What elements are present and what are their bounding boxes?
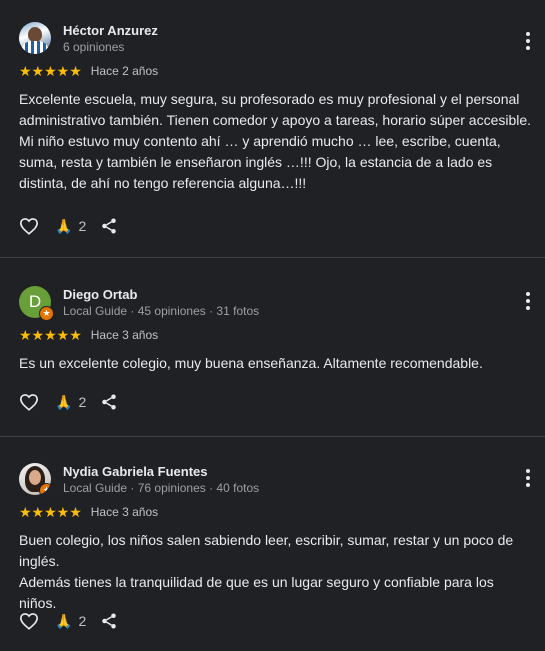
reviewer-info: Héctor Anzurez 6 opiniones	[63, 22, 158, 55]
avatar-photo-face	[28, 27, 42, 42]
review-actions: 🙏 2	[19, 212, 118, 240]
review-header: D ★ Diego Ortab Local Guide · 45 opinion…	[19, 284, 526, 321]
pray-hands-emoji-icon: 🙏	[55, 217, 73, 234]
reviewer-name[interactable]: Nydia Gabriela Fuentes	[63, 463, 259, 480]
star-rating: ★★★★★	[19, 504, 82, 520]
reviewer-meta: 6 opiniones	[63, 39, 125, 54]
like-button[interactable]	[19, 393, 39, 411]
thanks-count: 2	[78, 218, 87, 234]
share-button[interactable]	[100, 217, 118, 235]
avatar[interactable]: D ★	[19, 286, 54, 321]
review-card: D ★ Diego Ortab Local Guide · 45 opinion…	[0, 257, 545, 436]
thanks-button[interactable]: 🙏 2	[55, 394, 86, 411]
avatar-photo-shirt	[22, 41, 48, 54]
pray-hands-emoji-icon: 🙏	[55, 393, 73, 410]
local-guide-badge-icon: ★	[39, 483, 51, 495]
more-options-icon[interactable]	[523, 469, 533, 487]
review-card: Héctor Anzurez 6 opiniones ★★★★★ Hace 2 …	[0, 0, 545, 257]
thanks-button[interactable]: 🙏 2	[55, 218, 86, 235]
like-button[interactable]	[19, 217, 39, 235]
share-icon	[102, 218, 116, 234]
heart-outline-icon	[19, 218, 39, 235]
review-header: Héctor Anzurez 6 opiniones	[19, 20, 526, 56]
share-icon	[102, 613, 116, 629]
pray-hands-emoji-icon: 🙏	[55, 612, 73, 629]
thanks-count: 2	[78, 613, 87, 629]
review-time: Hace 3 años	[90, 328, 159, 342]
rating-row: ★★★★★ Hace 2 años	[19, 63, 526, 79]
more-options-icon[interactable]	[523, 32, 533, 50]
rating-row: ★★★★★ Hace 3 años	[19, 327, 526, 343]
review-time: Hace 2 años	[90, 64, 159, 78]
reviewer-meta: Local Guide · 45 opiniones · 31 fotos	[63, 303, 260, 318]
like-button[interactable]	[19, 612, 39, 630]
more-options-icon[interactable]	[523, 292, 533, 310]
reviewer-meta: Local Guide · 76 opiniones · 40 fotos	[63, 480, 260, 495]
reviewer-info: Diego Ortab Local Guide · 45 opiniones ·…	[63, 286, 259, 319]
thanks-count: 2	[78, 394, 87, 410]
review-text: Buen colegio, los niños salen sabiendo l…	[19, 530, 534, 614]
heart-outline-icon	[19, 613, 39, 630]
thanks-button[interactable]: 🙏 2	[55, 613, 86, 630]
rating-row: ★★★★★ Hace 3 años	[19, 504, 526, 520]
star-rating: ★★★★★	[19, 327, 82, 343]
review-actions: 🙏 2	[19, 388, 118, 416]
avatar-photo-face	[29, 470, 41, 485]
reviewer-name[interactable]: Diego Ortab	[63, 286, 259, 303]
review-time: Hace 3 años	[90, 505, 159, 519]
review-header: ★ Nydia Gabriela Fuentes Local Guide · 7…	[19, 461, 526, 497]
review-card: ★ Nydia Gabriela Fuentes Local Guide · 7…	[0, 436, 545, 651]
review-text-line: Buen colegio, los niños salen sabiendo l…	[19, 532, 514, 569]
avatar[interactable]	[19, 22, 51, 54]
share-button[interactable]	[100, 393, 118, 411]
review-actions: 🙏 2	[19, 607, 118, 635]
reviewer-info: Nydia Gabriela Fuentes Local Guide · 76 …	[63, 463, 259, 496]
avatar[interactable]: ★	[19, 463, 51, 495]
star-rating: ★★★★★	[19, 63, 82, 79]
review-text: Es un excelente colegio, muy buena enseñ…	[19, 355, 483, 371]
share-icon	[102, 394, 116, 410]
share-button[interactable]	[100, 612, 118, 630]
review-text: Excelente escuela, muy segura, su profes…	[19, 91, 532, 191]
local-guide-badge-icon: ★	[39, 306, 54, 321]
reviewer-name[interactable]: Héctor Anzurez	[63, 22, 158, 39]
heart-outline-icon	[19, 394, 39, 411]
